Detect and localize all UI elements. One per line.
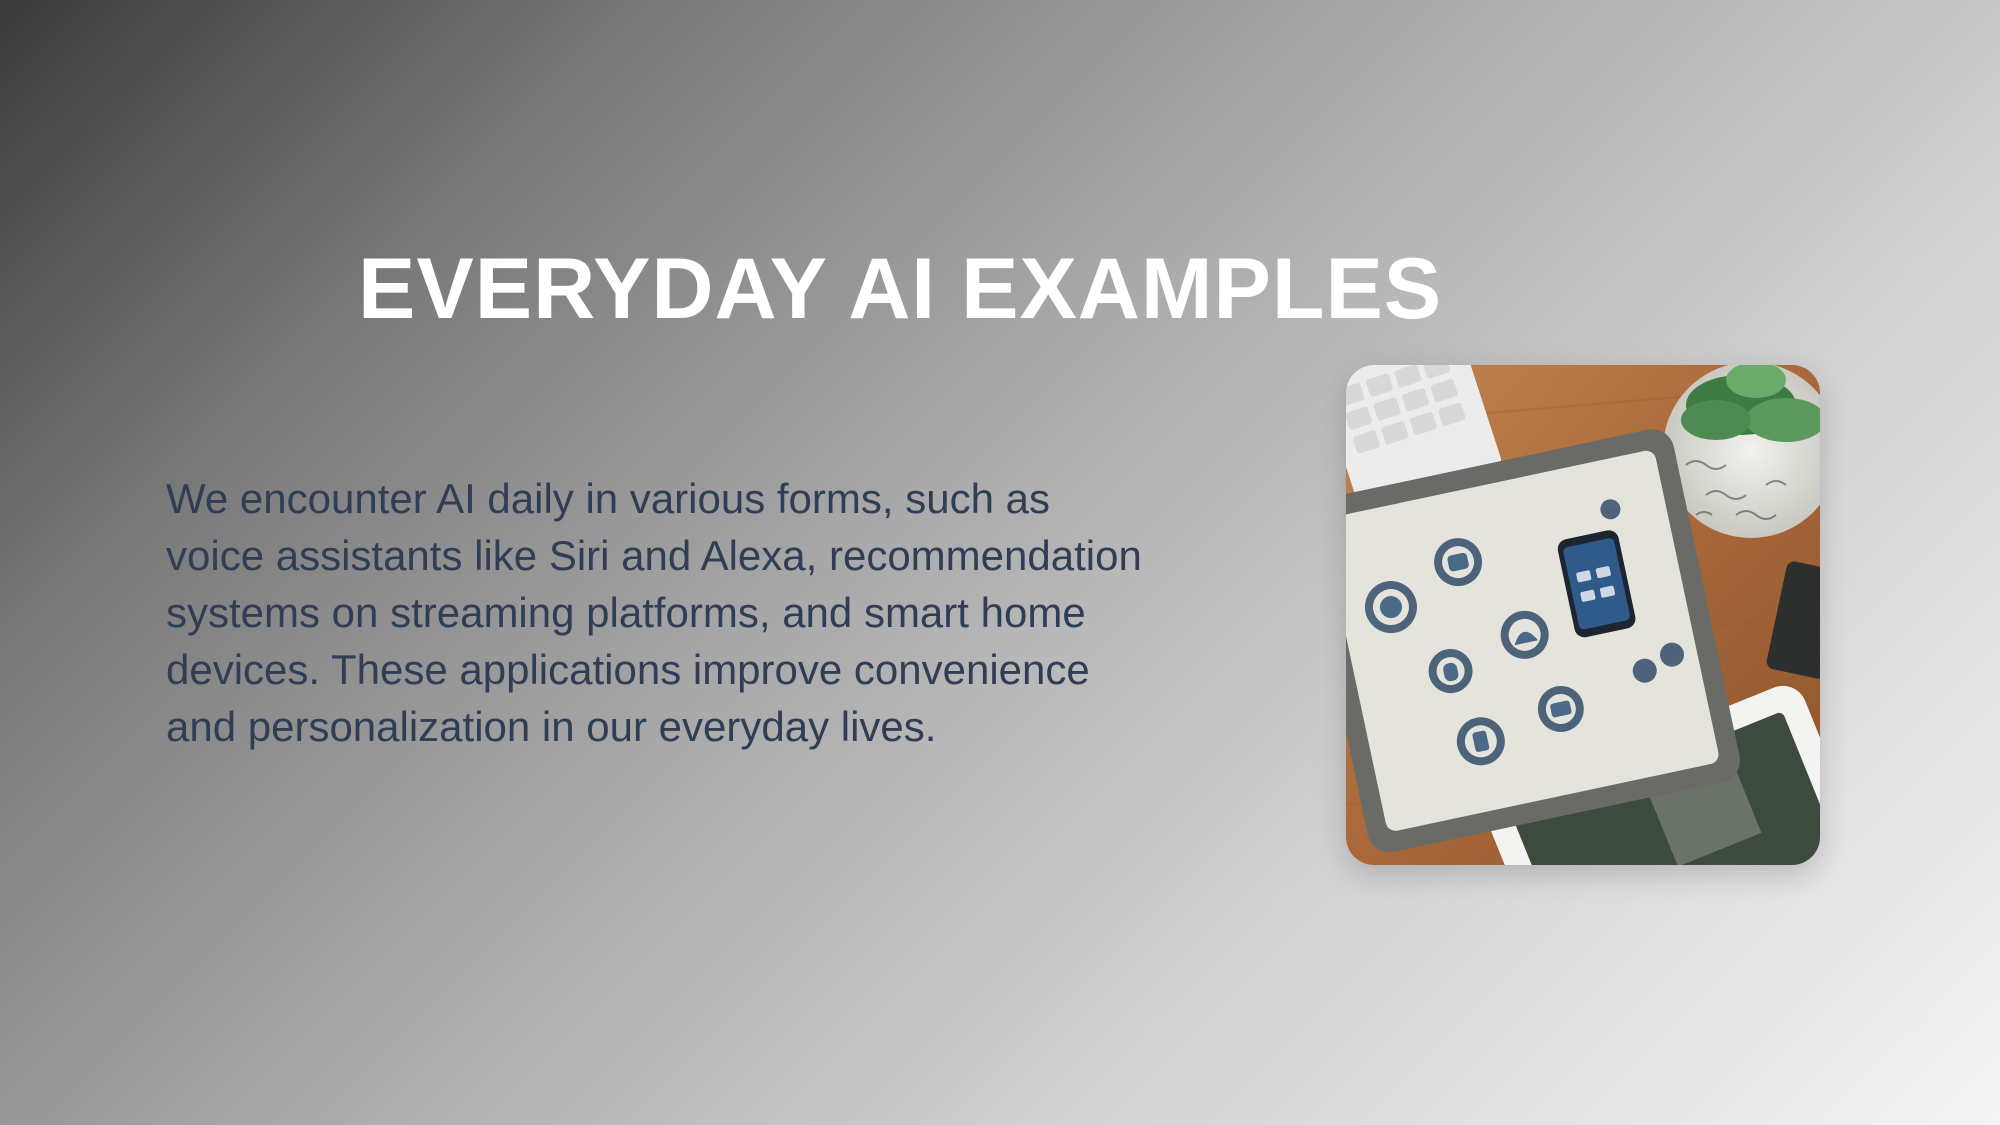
slide-body-text: We encounter AI daily in various forms, … (166, 470, 1256, 755)
body-line: and personalization in our everyday live… (166, 703, 937, 750)
slide-title: EVERYDAY AI EXAMPLES (358, 241, 1443, 337)
body-line: voice assistants like Siri and Alexa, re… (166, 532, 1142, 579)
smart-home-tablet-image (1346, 365, 1820, 865)
body-line: devices. These applications improve conv… (166, 646, 1090, 693)
body-line: We encounter AI daily in various forms, … (166, 475, 1050, 522)
tablet-photo-illustration (1346, 365, 1820, 865)
body-line: systems on streaming platforms, and smar… (166, 589, 1086, 636)
